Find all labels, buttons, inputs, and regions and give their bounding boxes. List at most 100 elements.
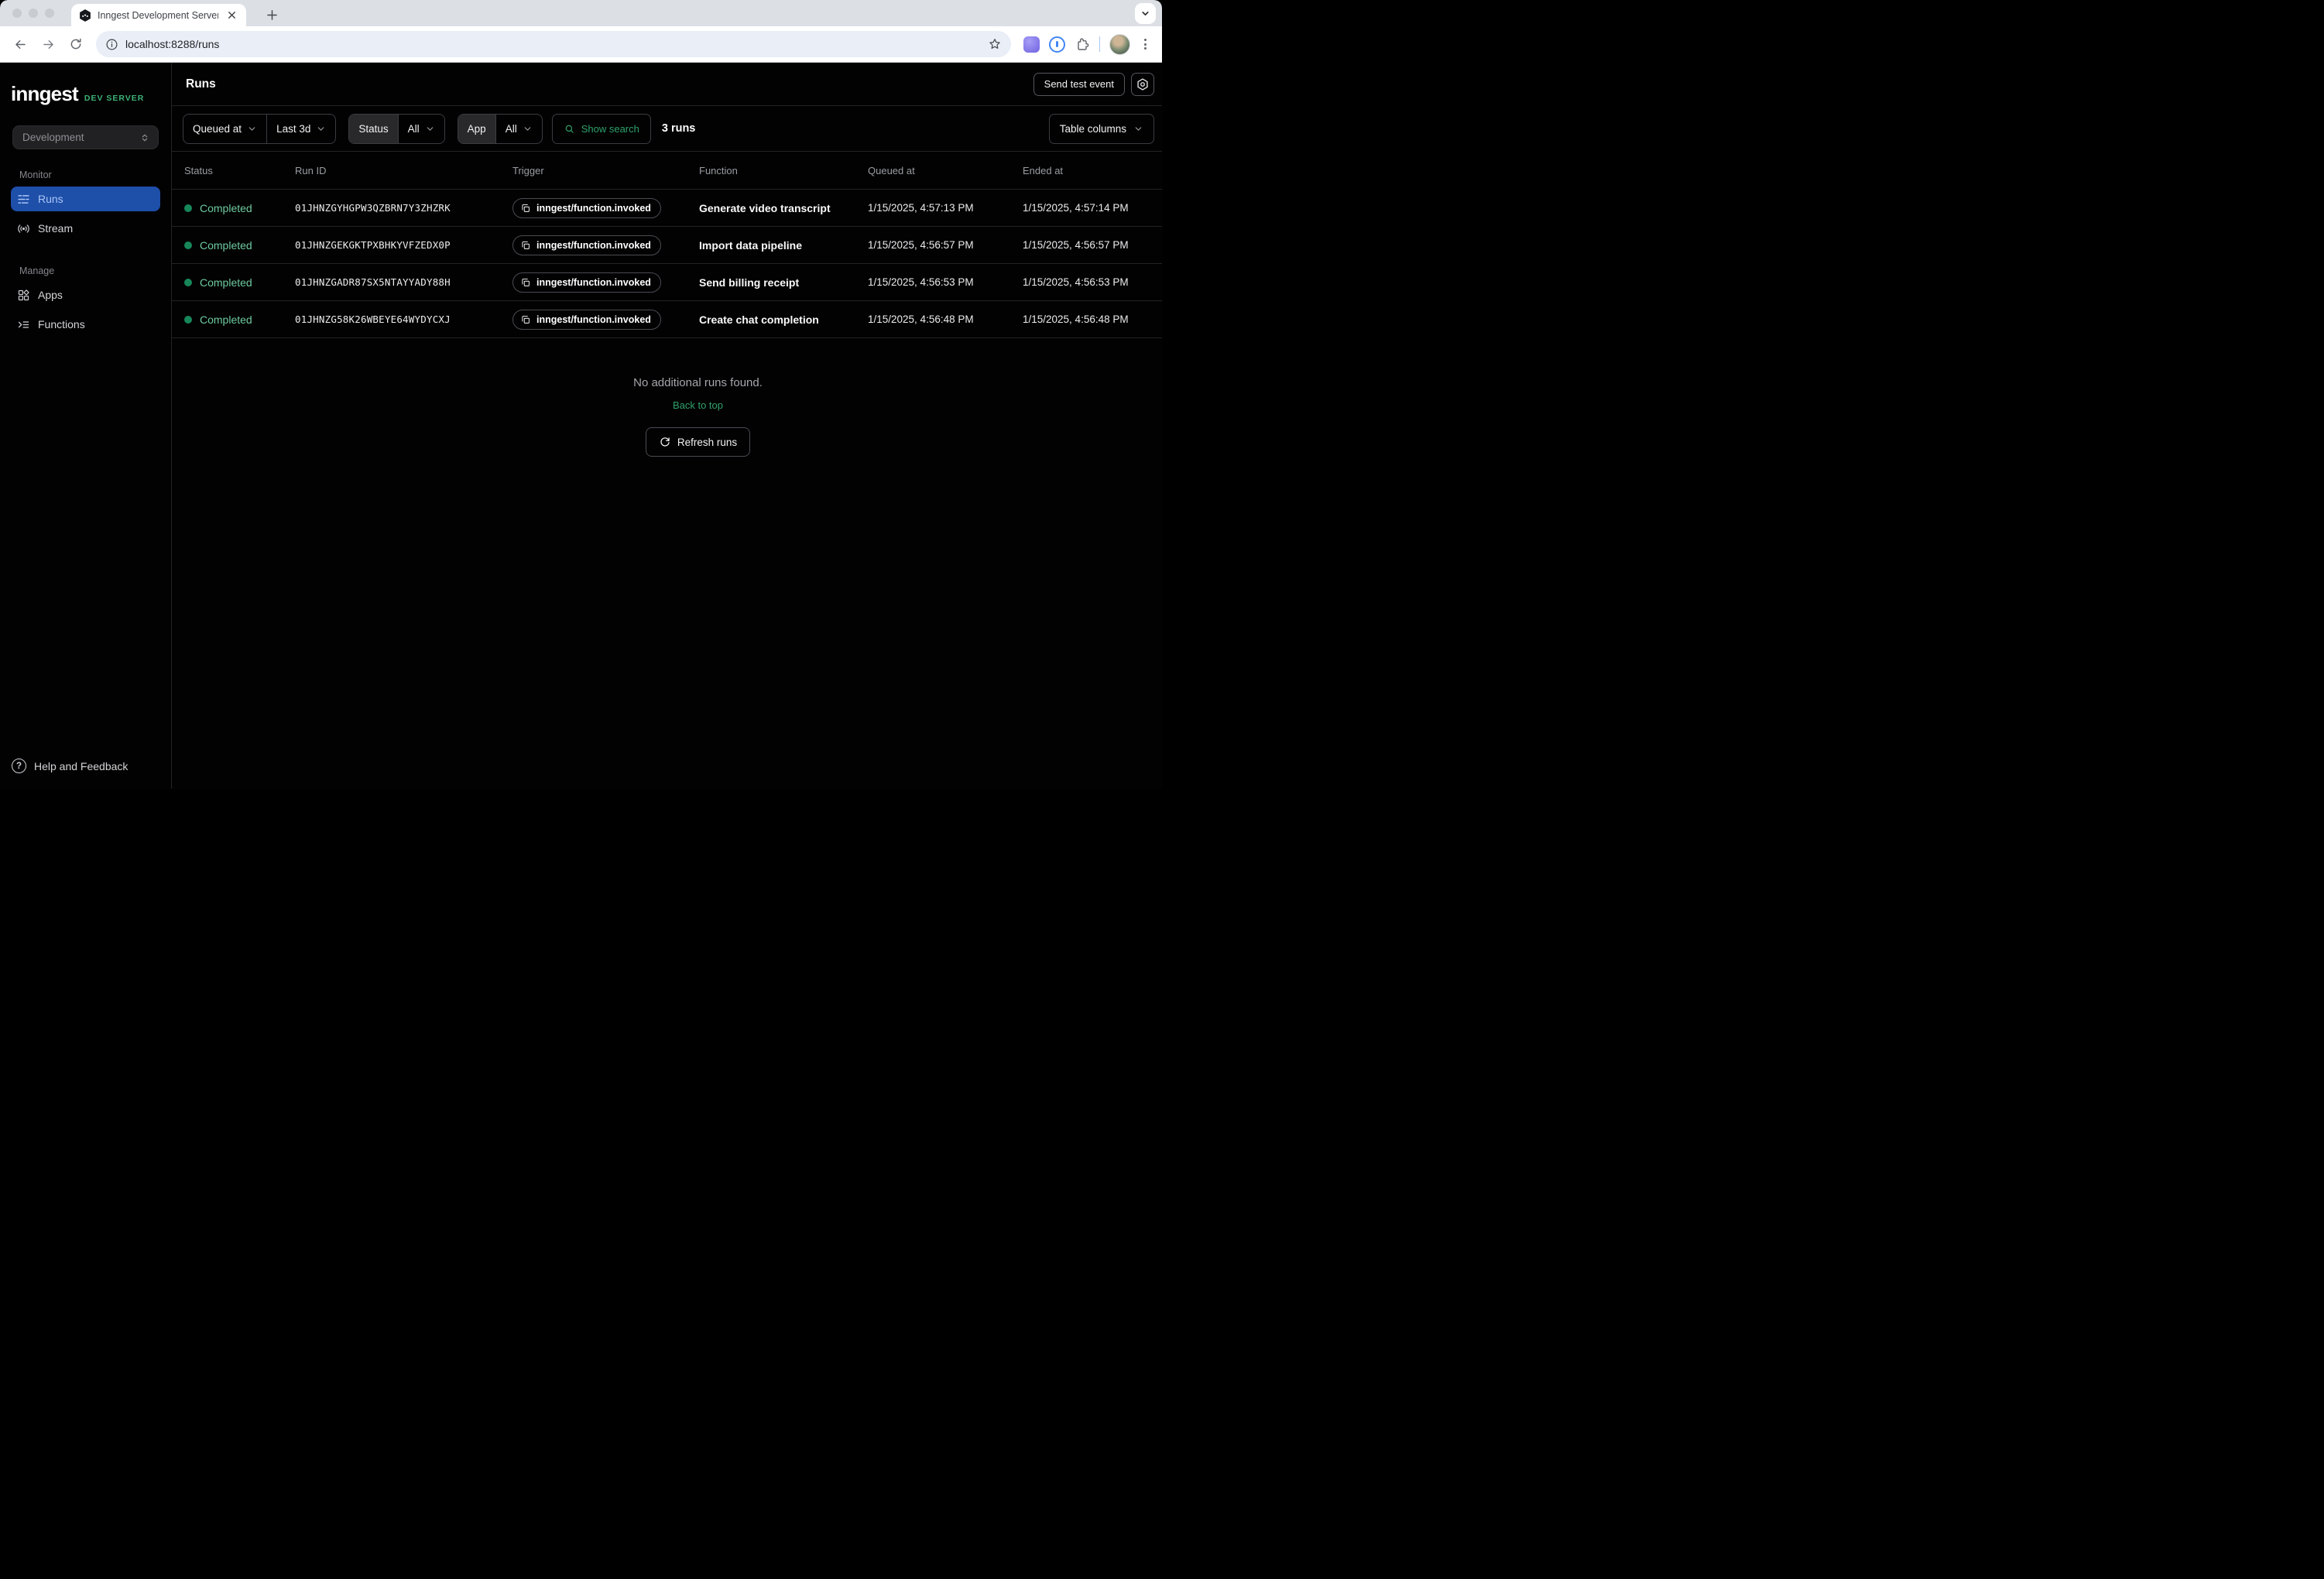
time-range-dropdown[interactable]: Last 3d: [266, 115, 335, 143]
copy-icon: [520, 314, 531, 325]
column-header-function: Function: [699, 165, 868, 176]
copy-icon: [520, 240, 531, 251]
site-info-icon[interactable]: [105, 38, 118, 51]
tab-close-icon[interactable]: [225, 9, 238, 22]
column-header-trigger: Trigger: [512, 165, 699, 176]
extensions-puzzle-icon[interactable]: [1075, 36, 1090, 52]
status-filter-value: All: [408, 123, 420, 135]
browser-menu-icon[interactable]: [1140, 34, 1151, 54]
sidebar-section-monitor: Monitor: [19, 170, 171, 180]
status-filter-label: Status: [349, 115, 397, 143]
app-filter-dropdown[interactable]: All: [495, 115, 542, 143]
reload-icon[interactable]: [63, 32, 88, 57]
app-filter-label: App: [458, 115, 495, 143]
sidebar-item-apps[interactable]: Apps: [11, 283, 160, 307]
window-close-button[interactable]: [12, 9, 22, 18]
trigger-event-name: inngest/function.invoked: [536, 240, 651, 251]
empty-state: No additional runs found. Back to top Re…: [203, 338, 1162, 457]
copy-icon: [520, 203, 531, 214]
status-dot-icon: [184, 241, 192, 249]
column-header-status: Status: [184, 165, 295, 176]
main-content: Runs Send test event Queued at Last 3d: [172, 63, 1162, 789]
trigger-pill[interactable]: inngest/function.invoked: [512, 198, 661, 218]
status-label: Completed: [200, 239, 252, 252]
trigger-cell: inngest/function.invoked: [512, 272, 699, 293]
sidebar-item-functions[interactable]: Functions: [11, 312, 160, 337]
run-id[interactable]: 01JHNZGADR87SX5NTAYYADY88H: [295, 276, 512, 288]
runs-count: 3 runs: [662, 122, 696, 135]
queued-at-time: 1/15/2025, 4:56:57 PM: [868, 239, 1023, 251]
function-name[interactable]: Import data pipeline: [699, 239, 868, 252]
forward-icon[interactable]: [36, 32, 60, 57]
column-header-queued-at: Queued at: [868, 165, 1023, 176]
search-icon: [564, 123, 575, 135]
function-name[interactable]: Send billing receipt: [699, 276, 868, 289]
runs-list-icon: [17, 193, 30, 206]
time-field-dropdown[interactable]: Queued at: [183, 115, 266, 143]
sidebar-item-runs[interactable]: Runs: [11, 187, 160, 211]
dev-server-badge: DEV SERVER: [84, 94, 145, 103]
address-bar[interactable]: localhost:8288/runs: [96, 31, 1011, 57]
table-columns-label: Table columns: [1060, 123, 1126, 135]
app-filter-value: All: [506, 123, 517, 135]
profile-avatar[interactable]: [1109, 34, 1130, 55]
window-minimize-button[interactable]: [29, 9, 38, 18]
settings-button[interactable]: [1131, 73, 1154, 96]
browser-tab[interactable]: Inngest Development Server: [71, 4, 246, 26]
back-to-top-link[interactable]: Back to top: [673, 399, 723, 411]
tab-title: Inngest Development Server: [98, 10, 218, 21]
table-row[interactable]: Completed 01JHNZGEKGKTPXBHKYVFZEDX0P inn…: [172, 227, 1162, 264]
sidebar: inngest DEV SERVER Development Monitor R…: [0, 63, 172, 789]
refresh-runs-button[interactable]: Refresh runs: [646, 427, 750, 457]
table-row[interactable]: Completed 01JHNZGYHGPW3QZBRN7Y3ZHZRK inn…: [172, 190, 1162, 227]
send-test-event-button[interactable]: Send test event: [1033, 73, 1125, 96]
status-cell: Completed: [184, 276, 295, 289]
status-label: Completed: [200, 276, 252, 289]
table-columns-button[interactable]: Table columns: [1049, 114, 1154, 144]
tab-search-button[interactable]: [1135, 3, 1156, 24]
url-text[interactable]: localhost:8288/runs: [125, 38, 981, 50]
chevron-down-icon: [425, 124, 435, 134]
page-header: Runs Send test event: [172, 63, 1162, 106]
sidebar-item-label: Functions: [38, 318, 85, 331]
favicon-inngest: [79, 9, 91, 22]
table-row[interactable]: Completed 01JHNZG58K26WBEYE64WYDYCXJ inn…: [172, 301, 1162, 338]
window-zoom-button[interactable]: [45, 9, 54, 18]
extensions-area: [1020, 34, 1154, 55]
function-name[interactable]: Create chat completion: [699, 313, 868, 326]
bookmark-star-icon[interactable]: [988, 37, 1002, 51]
status-cell: Completed: [184, 313, 295, 326]
ended-at-time: 1/15/2025, 4:56:48 PM: [1023, 313, 1162, 325]
trigger-pill[interactable]: inngest/function.invoked: [512, 272, 661, 293]
new-tab-button[interactable]: [262, 5, 282, 25]
environment-select[interactable]: Development: [12, 125, 159, 149]
help-and-feedback[interactable]: ? Help and Feedback: [12, 759, 159, 773]
runs-table: Status Run ID Trigger Function Queued at…: [172, 152, 1162, 338]
copy-icon: [520, 277, 531, 288]
show-search-button[interactable]: Show search: [552, 114, 651, 144]
extension-icon-1password[interactable]: [1049, 36, 1065, 53]
status-label: Completed: [200, 313, 252, 326]
function-name[interactable]: Generate video transcript: [699, 202, 868, 214]
show-search-label: Show search: [581, 123, 639, 135]
browser-tab-strip: Inngest Development Server: [0, 0, 1162, 26]
trigger-pill[interactable]: inngest/function.invoked: [512, 235, 661, 255]
status-filter-dropdown[interactable]: All: [398, 115, 444, 143]
sidebar-item-label: Apps: [38, 289, 63, 301]
table-row[interactable]: Completed 01JHNZGADR87SX5NTAYYADY88H inn…: [172, 264, 1162, 301]
run-id[interactable]: 01JHNZG58K26WBEYE64WYDYCXJ: [295, 313, 512, 325]
status-label: Completed: [200, 202, 252, 214]
no-additional-runs-message: No additional runs found.: [203, 376, 1162, 389]
run-id[interactable]: 01JHNZGYHGPW3QZBRN7Y3ZHZRK: [295, 202, 512, 214]
sidebar-item-stream[interactable]: Stream: [11, 216, 160, 241]
window-controls[interactable]: [12, 9, 54, 18]
extension-icon-purple[interactable]: [1023, 36, 1040, 53]
app-filter: App All: [458, 114, 543, 144]
trigger-pill[interactable]: inngest/function.invoked: [512, 310, 661, 330]
time-filter: Queued at Last 3d: [183, 114, 336, 144]
run-id[interactable]: 01JHNZGEKGKTPXBHKYVFZEDX0P: [295, 239, 512, 251]
help-label: Help and Feedback: [34, 760, 128, 772]
back-icon[interactable]: [8, 32, 33, 57]
trigger-cell: inngest/function.invoked: [512, 198, 699, 218]
status-cell: Completed: [184, 202, 295, 214]
